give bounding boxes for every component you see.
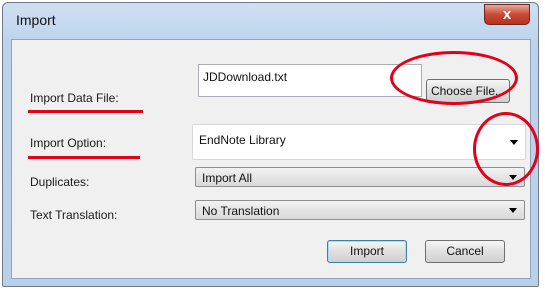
red-underline-import-data-file [28,110,143,113]
screenshot-frame: Import x Import Data File: JDDownload.tx… [0,0,545,291]
import-data-file-field[interactable]: JDDownload.txt [198,64,422,97]
red-underline-import-option [28,156,140,159]
chevron-down-icon[interactable] [509,208,517,213]
import-dialog: Import x Import Data File: JDDownload.tx… [2,2,539,287]
text-translation-value: No Translation [202,204,280,218]
text-translation-select[interactable]: No Translation [195,200,525,220]
red-circle-dropdown-arrow [473,112,539,186]
import-option-value: EndNote Library [199,133,286,147]
title-bar: Import x [3,3,538,39]
close-button[interactable]: x [484,4,530,25]
import-option-label: Import Option: [30,136,107,150]
duplicates-label: Duplicates: [30,175,90,189]
dialog-title: Import [16,12,56,28]
duplicates-select[interactable]: Import All [195,167,525,187]
cancel-button[interactable]: Cancel [425,240,505,263]
import-data-file-label: Import Data File: [30,91,119,105]
close-icon: x [502,6,512,23]
import-button[interactable]: Import [327,240,407,263]
duplicates-value: Import All [202,171,253,185]
text-translation-label: Text Translation: [30,208,118,222]
red-circle-choose-file [390,51,518,105]
